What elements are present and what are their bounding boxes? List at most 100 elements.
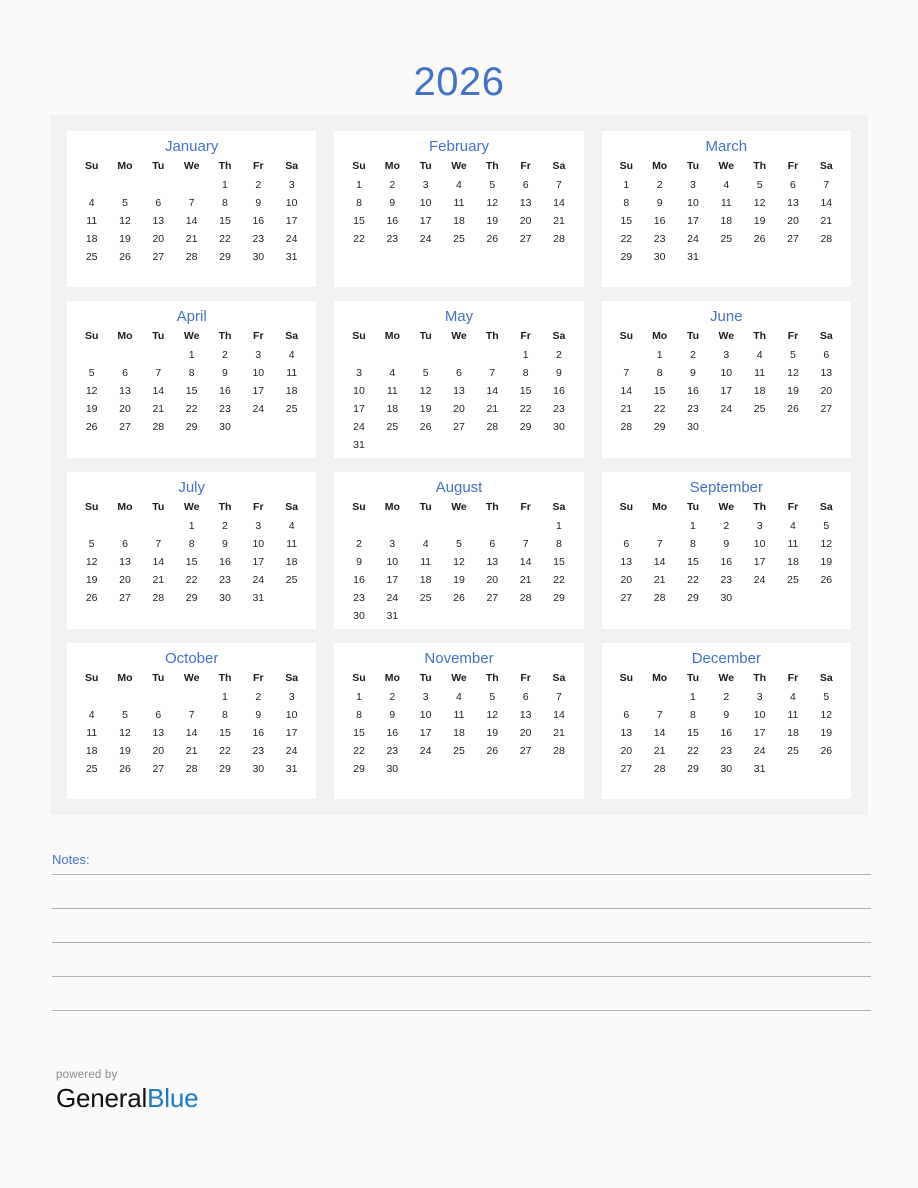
day-cell[interactable]: 29	[676, 760, 709, 778]
day-cell[interactable]: 3	[409, 688, 442, 706]
day-cell[interactable]: 5	[476, 688, 509, 706]
day-cell[interactable]: 26	[476, 742, 509, 760]
day-cell[interactable]: 3	[409, 176, 442, 194]
day-cell[interactable]: 29	[676, 589, 709, 607]
day-cell[interactable]: 1	[342, 176, 375, 194]
day-cell[interactable]: 22	[643, 400, 676, 418]
day-cell[interactable]: 4	[376, 364, 409, 382]
day-cell[interactable]: 18	[442, 724, 475, 742]
day-cell[interactable]: 20	[442, 400, 475, 418]
day-cell[interactable]: 25	[75, 760, 108, 778]
day-cell[interactable]: 12	[75, 382, 108, 400]
day-cell[interactable]: 27	[476, 589, 509, 607]
day-cell[interactable]: 19	[409, 400, 442, 418]
day-cell[interactable]: 2	[542, 346, 575, 364]
day-cell[interactable]: 3	[242, 346, 275, 364]
day-cell[interactable]: 8	[676, 706, 709, 724]
day-cell[interactable]: 8	[175, 535, 208, 553]
day-cell[interactable]: 22	[175, 571, 208, 589]
day-cell[interactable]: 6	[610, 706, 643, 724]
day-cell[interactable]: 21	[175, 742, 208, 760]
day-cell[interactable]: 23	[542, 400, 575, 418]
day-cell[interactable]: 4	[776, 517, 809, 535]
day-cell[interactable]: 29	[509, 418, 542, 436]
day-cell[interactable]: 16	[643, 212, 676, 230]
day-cell[interactable]: 13	[442, 382, 475, 400]
day-cell[interactable]: 19	[476, 212, 509, 230]
day-cell[interactable]: 15	[342, 724, 375, 742]
day-cell[interactable]: 10	[242, 535, 275, 553]
day-cell[interactable]: 20	[108, 571, 141, 589]
day-cell[interactable]: 10	[275, 194, 308, 212]
day-cell[interactable]: 17	[409, 724, 442, 742]
day-cell[interactable]: 30	[342, 607, 375, 625]
day-cell[interactable]: 26	[108, 760, 141, 778]
day-cell[interactable]: 15	[175, 553, 208, 571]
day-cell[interactable]: 21	[610, 400, 643, 418]
day-cell[interactable]: 13	[108, 553, 141, 571]
day-cell[interactable]: 18	[75, 742, 108, 760]
day-cell[interactable]: 25	[776, 571, 809, 589]
day-cell[interactable]: 21	[542, 212, 575, 230]
note-line[interactable]	[52, 908, 871, 909]
day-cell[interactable]: 4	[275, 346, 308, 364]
day-cell[interactable]: 2	[676, 346, 709, 364]
day-cell[interactable]: 17	[710, 382, 743, 400]
day-cell[interactable]: 2	[710, 517, 743, 535]
day-cell[interactable]: 9	[710, 535, 743, 553]
day-cell[interactable]: 9	[208, 364, 241, 382]
day-cell[interactable]: 14	[643, 553, 676, 571]
day-cell[interactable]: 7	[643, 706, 676, 724]
day-cell[interactable]: 26	[442, 589, 475, 607]
day-cell[interactable]: 5	[442, 535, 475, 553]
day-cell[interactable]: 18	[75, 230, 108, 248]
day-cell[interactable]: 12	[476, 706, 509, 724]
day-cell[interactable]: 10	[743, 535, 776, 553]
day-cell[interactable]: 15	[342, 212, 375, 230]
day-cell[interactable]: 11	[275, 535, 308, 553]
day-cell[interactable]: 14	[476, 382, 509, 400]
day-cell[interactable]: 19	[75, 571, 108, 589]
day-cell[interactable]: 18	[409, 571, 442, 589]
day-cell[interactable]: 1	[175, 517, 208, 535]
day-cell[interactable]: 15	[676, 553, 709, 571]
day-cell[interactable]: 16	[342, 571, 375, 589]
day-cell[interactable]: 30	[643, 248, 676, 266]
day-cell[interactable]: 13	[509, 706, 542, 724]
day-cell[interactable]: 21	[509, 571, 542, 589]
day-cell[interactable]: 12	[108, 724, 141, 742]
day-cell[interactable]: 11	[75, 724, 108, 742]
day-cell[interactable]: 24	[676, 230, 709, 248]
day-cell[interactable]: 16	[242, 724, 275, 742]
day-cell[interactable]: 19	[743, 212, 776, 230]
day-cell[interactable]: 18	[442, 212, 475, 230]
day-cell[interactable]: 5	[108, 194, 141, 212]
day-cell[interactable]: 1	[676, 688, 709, 706]
day-cell[interactable]: 19	[810, 724, 843, 742]
day-cell[interactable]: 29	[542, 589, 575, 607]
day-cell[interactable]: 12	[776, 364, 809, 382]
day-cell[interactable]: 23	[242, 742, 275, 760]
day-cell[interactable]: 3	[710, 346, 743, 364]
day-cell[interactable]: 28	[610, 418, 643, 436]
day-cell[interactable]: 16	[376, 724, 409, 742]
day-cell[interactable]: 6	[810, 346, 843, 364]
note-line[interactable]	[52, 942, 871, 943]
day-cell[interactable]: 20	[610, 742, 643, 760]
day-cell[interactable]: 16	[710, 553, 743, 571]
day-cell[interactable]: 24	[409, 230, 442, 248]
day-cell[interactable]: 7	[175, 706, 208, 724]
day-cell[interactable]: 4	[710, 176, 743, 194]
day-cell[interactable]: 24	[743, 742, 776, 760]
day-cell[interactable]: 11	[376, 382, 409, 400]
day-cell[interactable]: 20	[776, 212, 809, 230]
day-cell[interactable]: 23	[710, 742, 743, 760]
day-cell[interactable]: 5	[810, 517, 843, 535]
day-cell[interactable]: 22	[175, 400, 208, 418]
day-cell[interactable]: 13	[142, 724, 175, 742]
day-cell[interactable]: 27	[610, 760, 643, 778]
day-cell[interactable]: 30	[376, 760, 409, 778]
day-cell[interactable]: 5	[108, 706, 141, 724]
day-cell[interactable]: 2	[376, 688, 409, 706]
day-cell[interactable]: 25	[409, 589, 442, 607]
